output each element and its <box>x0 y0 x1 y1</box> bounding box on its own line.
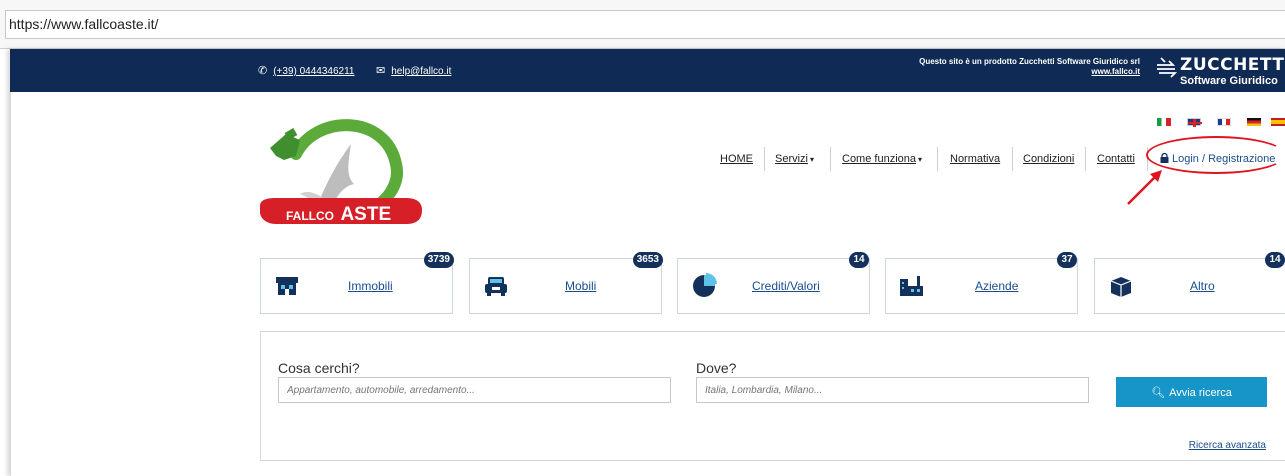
pie-chart-icon <box>693 273 717 297</box>
phone-number: (+39) 0444346211 <box>273 66 355 77</box>
chevron-down-icon: ▾ <box>918 155 923 164</box>
logo-text-big: ASTE <box>340 204 392 225</box>
where-label: Dove? <box>696 360 737 376</box>
nav-home[interactable]: HOME <box>720 147 753 171</box>
nav-come-funziona[interactable]: Come funziona ▾ <box>842 147 922 171</box>
category-altro[interactable]: Altro 14 <box>1094 252 1285 314</box>
top-bar: ✆ (+39) 0444346211 ✉ help@fallco.it Questo… <box>10 49 1285 92</box>
category-label: Immobili <box>348 279 393 293</box>
nav-separator <box>764 147 765 171</box>
promo-link[interactable]: www.fallco.it <box>919 67 1140 77</box>
nav-separator <box>937 147 938 171</box>
box-icon <box>1110 277 1132 297</box>
nav-condizioni[interactable]: Condizioni <box>1023 147 1074 171</box>
car-icon <box>485 277 507 296</box>
search-panel: Cosa cerchi? Dove? 🔍︎Avvia ricerca Ricer… <box>260 331 1285 461</box>
annotation-arrow-icon <box>1127 170 1162 205</box>
fallco-aste-logo[interactable]: FALLCO ASTE <box>256 104 426 230</box>
category-aziende[interactable]: Aziende 37 <box>885 252 1078 314</box>
nav-condizioni-label: Condizioni <box>1023 153 1075 165</box>
nav-separator <box>830 147 831 171</box>
flag-spain-icon[interactable] <box>1271 118 1285 126</box>
nav-home-label: HOME <box>720 153 753 165</box>
flag-italy-icon[interactable] <box>1157 118 1171 126</box>
category-count-badge: 14 <box>849 252 869 268</box>
nav-contatti-label: Contatti <box>1097 153 1135 165</box>
category-label: Altro <box>1190 279 1215 293</box>
envelope-icon: ✉ <box>376 65 386 77</box>
zucchetti-arrows-icon <box>1157 57 1177 78</box>
logo-text: FALLCO ASTE <box>286 204 391 226</box>
nav-normativa-label: Normativa <box>950 153 1001 165</box>
category-count-badge: 3739 <box>423 252 454 268</box>
brand-subtitle: Software Giuridico <box>1180 75 1278 87</box>
address-field[interactable]: https://www.fallcoaste.it/ <box>5 10 1285 39</box>
phone-icon: ✆ <box>258 65 268 77</box>
category-label: Crediti/Valori <box>752 279 820 293</box>
what-label: Cosa cerchi? <box>278 360 360 376</box>
nav-separator <box>1012 147 1013 171</box>
nav-servizi[interactable]: Servizi ▾ <box>775 147 814 171</box>
flag-uk-icon[interactable] <box>1187 118 1202 127</box>
category-mobili[interactable]: Mobili 3653 <box>469 252 663 314</box>
advanced-search-link[interactable]: Ricerca avanzata <box>1189 440 1266 451</box>
nav-normativa[interactable]: Normativa <box>950 147 1000 171</box>
search-button[interactable]: 🔍︎ Avvia ricerca <box>1116 377 1267 407</box>
promo-line: Questo sito è un prodotto Zucchetti Soft… <box>919 57 1140 66</box>
search-button-label: Avvia ricerca <box>1169 386 1232 399</box>
flag-germany-icon[interactable] <box>1247 118 1261 126</box>
house-icon <box>276 277 298 295</box>
nav-separator <box>1085 147 1086 171</box>
logo-text-small: FALLCO <box>286 209 334 223</box>
category-label: Mobili <box>565 279 597 293</box>
factory-icon <box>900 276 923 296</box>
category-count-badge: 37 <box>1057 252 1077 268</box>
category-immobili[interactable]: Immobili 3739 <box>260 252 454 314</box>
flag-france-icon[interactable] <box>1217 118 1231 126</box>
email-address: help@fallco.it <box>391 66 452 77</box>
what-input[interactable] <box>278 377 671 403</box>
chevron-down-icon: ▾ <box>810 155 815 164</box>
category-label: Aziende <box>975 279 1019 293</box>
category-crediti-valori[interactable]: Crediti/Valori 14 <box>677 252 870 314</box>
category-count-badge: 14 <box>1265 252 1285 268</box>
category-count-badge: 3653 <box>632 252 663 268</box>
zucchetti-logo[interactable]: ZUCCHETTI Software Giuridico <box>1147 53 1285 89</box>
brand-name: ZUCCHETTI <box>1180 55 1285 75</box>
where-input[interactable] <box>696 377 1089 403</box>
email-link[interactable]: ✉ help@fallco.it <box>376 64 451 77</box>
promo-text: Questo sito è un prodotto Zucchetti Soft… <box>919 57 1140 77</box>
nav-servizi-label: Servizi <box>775 153 809 165</box>
search-icon: 🔍︎ <box>1151 386 1166 399</box>
browser-url-bar: https://www.fallcoaste.it/ <box>0 0 1285 49</box>
nav-come-funziona-label: Come funziona <box>842 153 916 165</box>
phone-link[interactable]: ✆ (+39) 0444346211 <box>258 64 355 77</box>
